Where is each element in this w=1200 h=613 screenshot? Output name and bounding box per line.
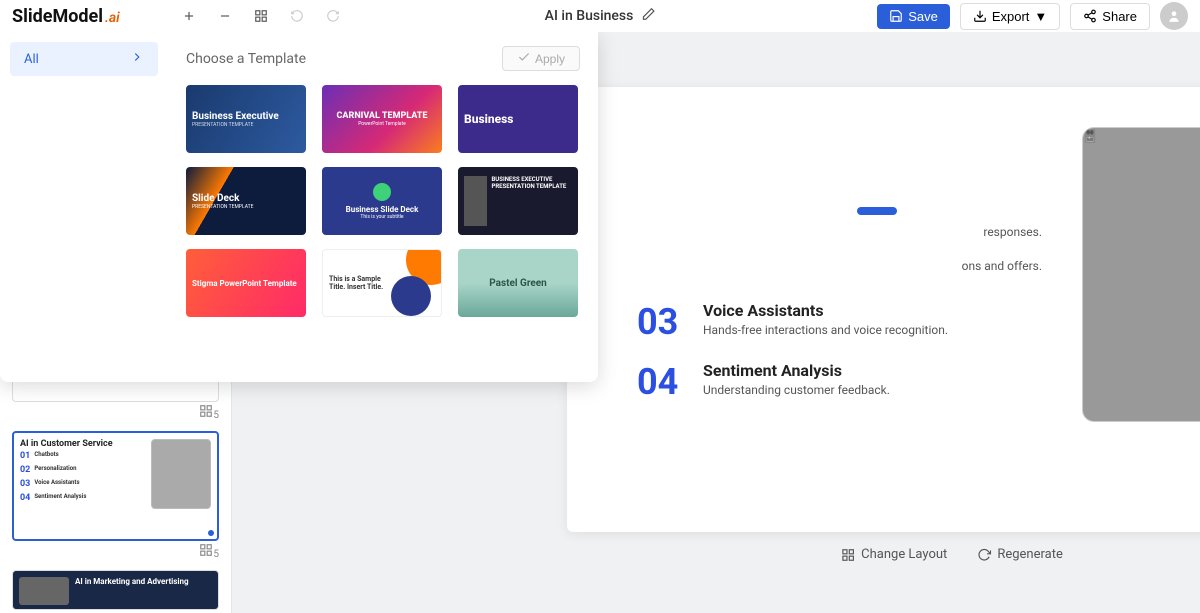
frag-text-2: ons and offers. bbox=[607, 259, 1052, 273]
canvas-actions: Change Layout Regenerate bbox=[841, 547, 1063, 562]
item-desc: Understanding customer feedback. bbox=[703, 383, 890, 397]
edit-title-icon[interactable] bbox=[641, 7, 655, 25]
template-business[interactable]: Business bbox=[458, 85, 578, 153]
change-layout-label: Change Layout bbox=[861, 547, 947, 562]
category-all[interactable]: All bbox=[10, 42, 158, 76]
list-item-4[interactable]: 04 Sentiment Analysis Understanding cust… bbox=[637, 361, 1052, 403]
add-slide-icon[interactable] bbox=[180, 7, 198, 25]
slide-canvas[interactable]: responses. ons and offers. 03 Voice Assi… bbox=[567, 87, 1200, 532]
thumb-index: 5 bbox=[12, 404, 219, 421]
item-title: Sentiment Analysis bbox=[703, 361, 890, 380]
all-label: All bbox=[24, 52, 39, 67]
share-label: Share bbox=[1102, 9, 1137, 24]
redo-icon[interactable] bbox=[324, 7, 342, 25]
toolbar bbox=[180, 7, 342, 25]
remove-slide-icon[interactable] bbox=[216, 7, 234, 25]
check-icon bbox=[517, 50, 531, 67]
template-categories: All bbox=[0, 32, 168, 382]
logo: SlideModel .ai bbox=[12, 6, 120, 27]
template-sample-title[interactable]: This is a Sample Title. Insert Title. bbox=[322, 249, 442, 317]
item-number: 03 bbox=[637, 301, 685, 343]
slide-thumb-next[interactable]: AI in Marketing and Advertising bbox=[12, 570, 219, 610]
regenerate-button[interactable]: Regenerate bbox=[977, 547, 1063, 562]
list-item-3[interactable]: 03 Voice Assistants Hands-free interacti… bbox=[637, 301, 1052, 343]
popover-title: Choose a Template bbox=[186, 51, 306, 67]
item-number: 04 bbox=[637, 361, 685, 403]
user-avatar[interactable] bbox=[1160, 2, 1188, 30]
app-header: SlideModel .ai AI in Business Save Expor… bbox=[0, 0, 1200, 32]
circle-decoration-icon bbox=[391, 276, 431, 316]
slide-image[interactable] bbox=[1082, 127, 1200, 422]
apply-template-button[interactable]: Apply bbox=[502, 46, 580, 71]
template-popover: All Choose a Template Apply Business Exe… bbox=[0, 32, 598, 382]
template-exec-dark[interactable]: BUSINESS EXECUTIVE PRESENTATION TEMPLATE bbox=[458, 167, 578, 235]
apply-label: Apply bbox=[535, 52, 565, 66]
template-pastel-green[interactable]: Pastel Green bbox=[458, 249, 578, 317]
header-actions: Save Export ▼ Share bbox=[877, 2, 1188, 30]
laptop-hands-image bbox=[1083, 129, 1097, 143]
template-business-executive[interactable]: Business ExecutivePRESENTATION TEMPLATE bbox=[186, 85, 306, 153]
chevron-right-icon bbox=[130, 50, 144, 68]
template-business-slide-deck[interactable]: Business Slide DeckThis is your subtitle bbox=[322, 167, 442, 235]
item-title: Voice Assistants bbox=[703, 301, 948, 320]
accent-bar bbox=[857, 207, 897, 215]
thumb-image-next bbox=[19, 577, 69, 605]
thumb-index-active: 5 bbox=[12, 543, 219, 560]
slide-text-column: responses. ons and offers. 03 Voice Assi… bbox=[607, 117, 1052, 502]
save-label: Save bbox=[908, 9, 938, 24]
thumb-image bbox=[151, 439, 211, 509]
template-slide-deck[interactable]: Slide DeckPRESENTATION TEMPLATE bbox=[186, 167, 306, 235]
item-desc: Hands-free interactions and voice recogn… bbox=[703, 323, 948, 337]
ai-indicator-icon bbox=[208, 530, 214, 536]
save-button[interactable]: Save bbox=[877, 4, 950, 29]
export-button[interactable]: Export ▼ bbox=[960, 3, 1060, 30]
undo-icon[interactable] bbox=[288, 7, 306, 25]
template-stigma[interactable]: Stigma PowerPoint Template bbox=[186, 249, 306, 317]
logo-ai-suffix: .ai bbox=[105, 10, 120, 26]
template-gallery: Choose a Template Apply Business Executi… bbox=[168, 32, 598, 382]
template-carnival[interactable]: CARNIVAL TEMPLATEPowerPoint Template bbox=[322, 85, 442, 153]
frag-text-1: responses. bbox=[607, 225, 1052, 239]
change-layout-button[interactable]: Change Layout bbox=[841, 547, 947, 562]
presentation-title: AI in Business bbox=[545, 7, 656, 25]
person-icon bbox=[464, 176, 487, 226]
export-label: Export bbox=[992, 9, 1030, 24]
slide-thumb-active[interactable]: AI in Customer Service 01Chatbots 02Pers… bbox=[12, 431, 219, 560]
logo-brand: SlideModel bbox=[12, 6, 103, 27]
title-text: AI in Business bbox=[545, 8, 634, 24]
share-button[interactable]: Share bbox=[1070, 3, 1150, 30]
check-circle-icon bbox=[373, 183, 391, 201]
templates-icon[interactable] bbox=[252, 7, 270, 25]
dropdown-icon: ▼ bbox=[1034, 9, 1047, 24]
regenerate-label: Regenerate bbox=[997, 547, 1063, 562]
